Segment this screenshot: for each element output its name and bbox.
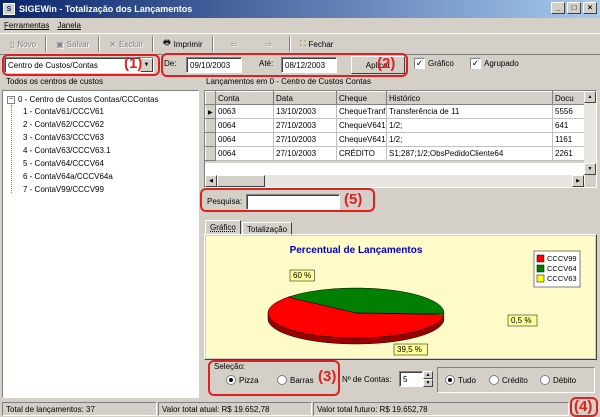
delete-icon: ✕: [109, 39, 117, 49]
new-document-icon: ▯: [10, 39, 15, 49]
previous-button[interactable]: ⇦: [217, 34, 252, 54]
arrow-up-icon: ▲: [587, 94, 593, 100]
tab-grafico[interactable]: Gráfico: [205, 220, 241, 235]
status-valor-futuro: Valor total futuro: R$ 19.652,78: [313, 402, 569, 416]
num-contas-spinner[interactable]: ▲ ▼: [423, 371, 433, 387]
spin-down-icon[interactable]: ▼: [423, 379, 433, 387]
legend-label: CCCV63: [547, 274, 577, 283]
app-icon: S: [3, 3, 15, 15]
table-row[interactable]: 0064 27/10/2003 ChequeV641 1/2; 1161: [205, 132, 586, 147]
grid-header: Lançamentos em 0 - Centro de Custos Cont…: [206, 77, 371, 86]
excluir-button[interactable]: ✕ Excluir: [103, 34, 149, 54]
chart-panel: Percentual de Lançamentos CCCV99 CCCV64 CC…: [204, 234, 597, 360]
toolbar: ▯ Novo ▣ Salvar ✕ Excluir 🖶 Imprimir ⇦ ⇨…: [0, 33, 600, 55]
grafico-checkbox[interactable]: ✓ Gráfico: [414, 58, 454, 69]
arrow-right-icon: ⇨: [265, 39, 272, 49]
arrow-down-icon: ▼: [587, 166, 593, 172]
column-header[interactable]: Conta: [215, 91, 274, 105]
annotation-label-5: (5): [344, 191, 363, 208]
menu-ferramentas[interactable]: Ferramentas: [4, 21, 49, 30]
tree-item[interactable]: 1 - ContaV61/CCCV61: [23, 107, 104, 116]
agrupado-checkbox[interactable]: ✓ Agrupado: [470, 58, 519, 69]
menu-janela[interactable]: Janela: [57, 21, 81, 30]
slice-label: 39,5 %: [397, 345, 422, 354]
novo-button[interactable]: ▯ Novo: [4, 34, 42, 54]
annotation-label-3: (3): [318, 368, 337, 385]
fechar-button[interactable]: ⛶ Fechar: [294, 34, 340, 54]
table-row[interactable]: ▶ 0063 13/10/2003 ChequeTranf Transferên…: [205, 104, 586, 119]
annotation-label-2: (2): [377, 55, 396, 72]
scroll-down-button[interactable]: ▼: [584, 163, 596, 175]
tree-item[interactable]: 7 - ContaV99/CCCV99: [23, 185, 104, 194]
scroll-thumb[interactable]: [217, 175, 265, 187]
maximize-button[interactable]: □: [567, 2, 581, 14]
column-header[interactable]: Docu: [552, 91, 586, 105]
annotation-label-1: (1): [124, 55, 143, 72]
tree-item[interactable]: 5 - ContaV64/CCCV64: [23, 159, 104, 168]
radio-icon: [540, 375, 550, 385]
legend-swatch: [536, 274, 545, 283]
tree-root[interactable]: − 0 - Centro de Custos Contas/CCContas: [7, 95, 159, 104]
next-button[interactable]: ⇨: [251, 34, 286, 54]
legend-swatch: [536, 264, 545, 273]
slice-label: 0,5 %: [511, 316, 531, 325]
column-header[interactable]: Histórico: [386, 91, 553, 105]
checkmark-icon: ✓: [470, 58, 481, 69]
num-contas-label: Nº de Contas:: [342, 375, 392, 384]
tree-item[interactable]: 6 - ContaV64a/CCCV64a: [23, 172, 113, 181]
arrow-left-icon: ⇦: [230, 39, 238, 49]
close-door-icon: ⛶: [299, 39, 306, 48]
tree-item[interactable]: 4 - ContaV63/CCCV63.1: [23, 146, 111, 155]
column-header[interactable]: Data: [273, 91, 337, 105]
tree-item[interactable]: 3 - ContaV63/CCCV63: [23, 133, 104, 142]
scroll-left-button[interactable]: ◀: [205, 175, 217, 187]
tree-view[interactable]: − 0 - Centro de Custos Contas/CCContas 1…: [2, 90, 199, 398]
status-total: Total de lançamentos: 37: [2, 402, 157, 416]
radio-icon: [489, 375, 499, 385]
minimize-button[interactable]: _: [551, 2, 565, 14]
imprimir-button[interactable]: 🖶 Imprimir: [157, 34, 208, 54]
menu-bar: Ferramentas Janela: [0, 18, 600, 32]
table-row[interactable]: 0064 27/10/2003 ChequeV641 1/2; 641: [205, 118, 586, 133]
caret-right-icon: ▶: [208, 110, 213, 116]
row-indicator: ▶: [205, 104, 216, 119]
title-bar[interactable]: S SIGEWin - Totalização dos Lançamentos …: [0, 0, 600, 18]
collapse-icon[interactable]: −: [7, 95, 15, 104]
slice-label: 60 %: [293, 271, 311, 280]
table-row[interactable]: 0064 27/10/2003 CRÉDITO S1;287;1/2;ObsPe…: [205, 146, 586, 161]
column-header[interactable]: Cheque: [336, 91, 387, 105]
spin-up-icon[interactable]: ▲: [423, 371, 433, 379]
tree-item[interactable]: 2 - ContaV62/CCCV62: [23, 120, 104, 129]
horizontal-scrollbar[interactable]: ◀ ▶: [205, 175, 584, 187]
num-contas-input[interactable]: 5: [399, 371, 423, 387]
grid-header-row: Conta Data Cheque Histórico Docu: [205, 91, 586, 105]
chart-title: Percentual de Lançamentos: [290, 245, 423, 256]
legend-label: CCCV99: [547, 254, 577, 263]
window-title: SIGEWin - Totalização dos Lançamentos: [19, 4, 193, 14]
debito-radio[interactable]: Débito: [540, 375, 576, 385]
radio-selected-icon: [445, 375, 455, 385]
lancamentos-grid[interactable]: Conta Data Cheque Histórico Docu ▶ 0063 …: [204, 90, 597, 188]
legend-swatch: [536, 254, 545, 263]
tudo-radio[interactable]: Tudo: [445, 375, 476, 385]
pie-chart: Percentual de Lançamentos CCCV99CCCV64CC…: [206, 236, 595, 358]
credito-radio[interactable]: Crédito: [489, 375, 528, 385]
scroll-right-button[interactable]: ▶: [572, 175, 584, 187]
close-button[interactable]: ×: [583, 2, 597, 14]
annotation-box-2: [161, 53, 408, 77]
legend-label: CCCV64: [547, 264, 577, 273]
status-valor-atual: Valor total atual: R$ 19.652,78: [158, 402, 312, 416]
salvar-button[interactable]: ▣ Salvar: [50, 34, 95, 54]
annotation-label-4: (4): [574, 398, 593, 415]
save-icon: ▣: [56, 39, 64, 49]
arrow-left-icon: ◀: [209, 178, 213, 184]
scroll-up-button[interactable]: ▲: [584, 91, 596, 103]
checkmark-icon: ✓: [414, 58, 425, 69]
printer-icon: 🖶: [163, 38, 171, 47]
tree-header: Todos os centros de custos: [6, 77, 103, 86]
vertical-scrollbar[interactable]: ▲ ▼: [584, 91, 596, 175]
arrow-right-icon: ▶: [576, 178, 580, 184]
